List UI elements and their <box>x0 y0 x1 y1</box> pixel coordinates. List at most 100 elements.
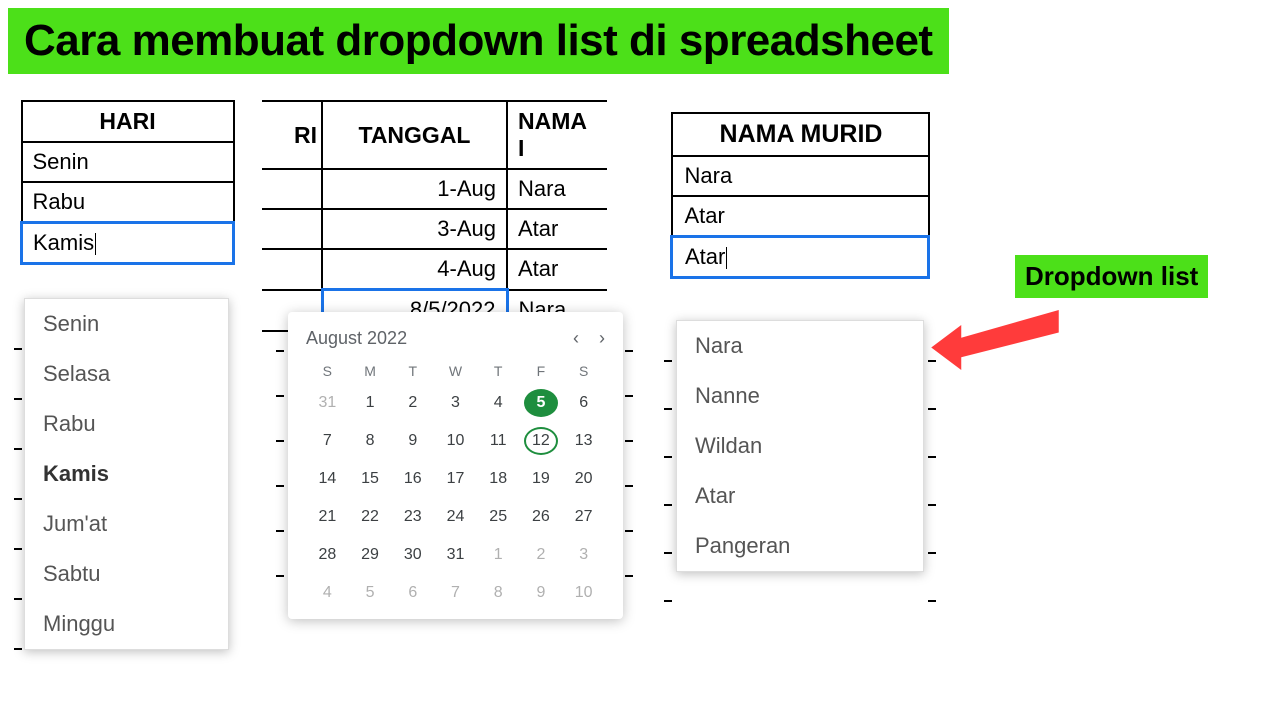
calendar-day[interactable]: 25 <box>481 503 515 531</box>
row-border-fragment <box>14 498 22 500</box>
hari-header: HARI <box>22 101 234 142</box>
nama-header-fragment: NAMA I <box>507 101 607 169</box>
calendar-day[interactable]: 2 <box>396 389 430 417</box>
nama-cell[interactable]: Nara <box>507 169 607 209</box>
row-border-fragment <box>664 600 672 602</box>
calendar-day[interactable]: 6 <box>567 389 601 417</box>
calendar-dow: T <box>391 363 434 379</box>
row-border-fragment <box>14 348 22 350</box>
cell[interactable] <box>262 249 322 290</box>
dropdown-option[interactable]: Jum'at <box>25 499 228 549</box>
calendar-day[interactable]: 27 <box>567 503 601 531</box>
row-border-fragment <box>928 552 936 554</box>
dropdown-option[interactable]: Senin <box>25 299 228 349</box>
row-border-fragment <box>14 548 22 550</box>
calendar-dow: S <box>562 363 605 379</box>
calendar-day[interactable]: 31 <box>438 541 472 569</box>
row-border-fragment <box>276 575 284 577</box>
row-border-fragment <box>14 648 22 650</box>
murid-cell[interactable]: Nara <box>672 156 929 196</box>
calendar-day[interactable]: 8 <box>353 427 387 455</box>
row-border-fragment <box>928 600 936 602</box>
nama-cell[interactable]: Atar <box>507 209 607 249</box>
calendar-day[interactable]: 9 <box>524 579 558 607</box>
calendar-day[interactable]: 2 <box>524 541 558 569</box>
row-border-fragment <box>928 504 936 506</box>
dropdown-option[interactable]: Kamis <box>25 449 228 499</box>
calendar-day[interactable]: 13 <box>567 427 601 455</box>
cell[interactable] <box>262 209 322 249</box>
calendar-day[interactable]: 24 <box>438 503 472 531</box>
calendar-day[interactable]: 14 <box>310 465 344 493</box>
murid-cell[interactable]: Atar <box>672 196 929 237</box>
nama-cell[interactable]: Atar <box>507 249 607 290</box>
dropdown-option[interactable]: Minggu <box>25 599 228 649</box>
row-border-fragment <box>664 552 672 554</box>
calendar-day[interactable]: 23 <box>396 503 430 531</box>
calendar-day[interactable]: 29 <box>353 541 387 569</box>
calendar-day[interactable]: 7 <box>438 579 472 607</box>
calendar-next-icon[interactable]: › <box>599 328 605 349</box>
calendar-day[interactable]: 30 <box>396 541 430 569</box>
tanggal-cell[interactable]: 4-Aug <box>322 249 507 290</box>
hari-dropdown[interactable]: Senin Selasa Rabu Kamis Jum'at Sabtu Min… <box>24 298 229 650</box>
page-title: Cara membuat dropdown list di spreadshee… <box>8 8 949 74</box>
calendar-day[interactable]: 28 <box>310 541 344 569</box>
calendar-day[interactable]: 3 <box>567 541 601 569</box>
dropdown-option[interactable]: Sabtu <box>25 549 228 599</box>
calendar-day[interactable]: 1 <box>353 389 387 417</box>
row-border-fragment <box>664 408 672 410</box>
row-border-fragment <box>14 598 22 600</box>
calendar-day[interactable]: 20 <box>567 465 601 493</box>
tanggal-cell[interactable]: 3-Aug <box>322 209 507 249</box>
calendar-day[interactable]: 3 <box>438 389 472 417</box>
dropdown-option[interactable]: Selasa <box>25 349 228 399</box>
hari-header-fragment: RI <box>262 101 322 169</box>
calendar-day-today[interactable]: 12 <box>524 427 558 455</box>
dropdown-option[interactable]: Pangeran <box>677 521 923 571</box>
murid-header: NAMA MURID <box>672 113 929 156</box>
murid-table: NAMA MURID Nara Atar Atar <box>670 112 930 279</box>
row-border-fragment <box>625 575 633 577</box>
calendar-day[interactable]: 6 <box>396 579 430 607</box>
hari-cell[interactable]: Rabu <box>22 182 234 223</box>
calendar-day[interactable]: 4 <box>310 579 344 607</box>
calendar-day[interactable]: 31 <box>310 389 344 417</box>
calendar-day[interactable]: 19 <box>524 465 558 493</box>
calendar-day[interactable]: 9 <box>396 427 430 455</box>
calendar-day[interactable]: 16 <box>396 465 430 493</box>
tanggal-header: TANGGAL <box>322 101 507 169</box>
calendar-day[interactable]: 17 <box>438 465 472 493</box>
hari-cell-selected[interactable]: Kamis <box>22 223 234 264</box>
cell[interactable] <box>262 169 322 209</box>
calendar-day[interactable]: 15 <box>353 465 387 493</box>
hari-cell[interactable]: Senin <box>22 142 234 182</box>
murid-dropdown[interactable]: Nara Nanne Wildan Atar Pangeran <box>676 320 924 572</box>
calendar-dow: M <box>349 363 392 379</box>
dropdown-option[interactable]: Wildan <box>677 421 923 471</box>
tanggal-cell[interactable]: 1-Aug <box>322 169 507 209</box>
calendar-day[interactable]: 26 <box>524 503 558 531</box>
murid-cell-selected[interactable]: Atar <box>672 237 929 278</box>
calendar-day[interactable]: 5 <box>353 579 387 607</box>
dropdown-option[interactable]: Atar <box>677 471 923 521</box>
dropdown-option[interactable]: Nara <box>677 321 923 371</box>
calendar-day-selected[interactable]: 5 <box>524 389 558 417</box>
calendar-day[interactable]: 7 <box>310 427 344 455</box>
calendar-day[interactable]: 22 <box>353 503 387 531</box>
calendar-day[interactable]: 10 <box>567 579 601 607</box>
date-picker[interactable]: August 2022 ‹ › SMTWTFS31123456789101112… <box>288 312 623 619</box>
calendar-day[interactable]: 1 <box>481 541 515 569</box>
calendar-day[interactable]: 4 <box>481 389 515 417</box>
dropdown-option[interactable]: Rabu <box>25 399 228 449</box>
row-border-fragment <box>625 530 633 532</box>
dropdown-option[interactable]: Nanne <box>677 371 923 421</box>
calendar-day[interactable]: 11 <box>481 427 515 455</box>
calendar-day[interactable]: 18 <box>481 465 515 493</box>
calendar-day[interactable]: 21 <box>310 503 344 531</box>
row-border-fragment <box>276 485 284 487</box>
calendar-prev-icon[interactable]: ‹ <box>573 328 579 349</box>
calendar-day[interactable]: 8 <box>481 579 515 607</box>
row-border-fragment <box>276 440 284 442</box>
calendar-day[interactable]: 10 <box>438 427 472 455</box>
